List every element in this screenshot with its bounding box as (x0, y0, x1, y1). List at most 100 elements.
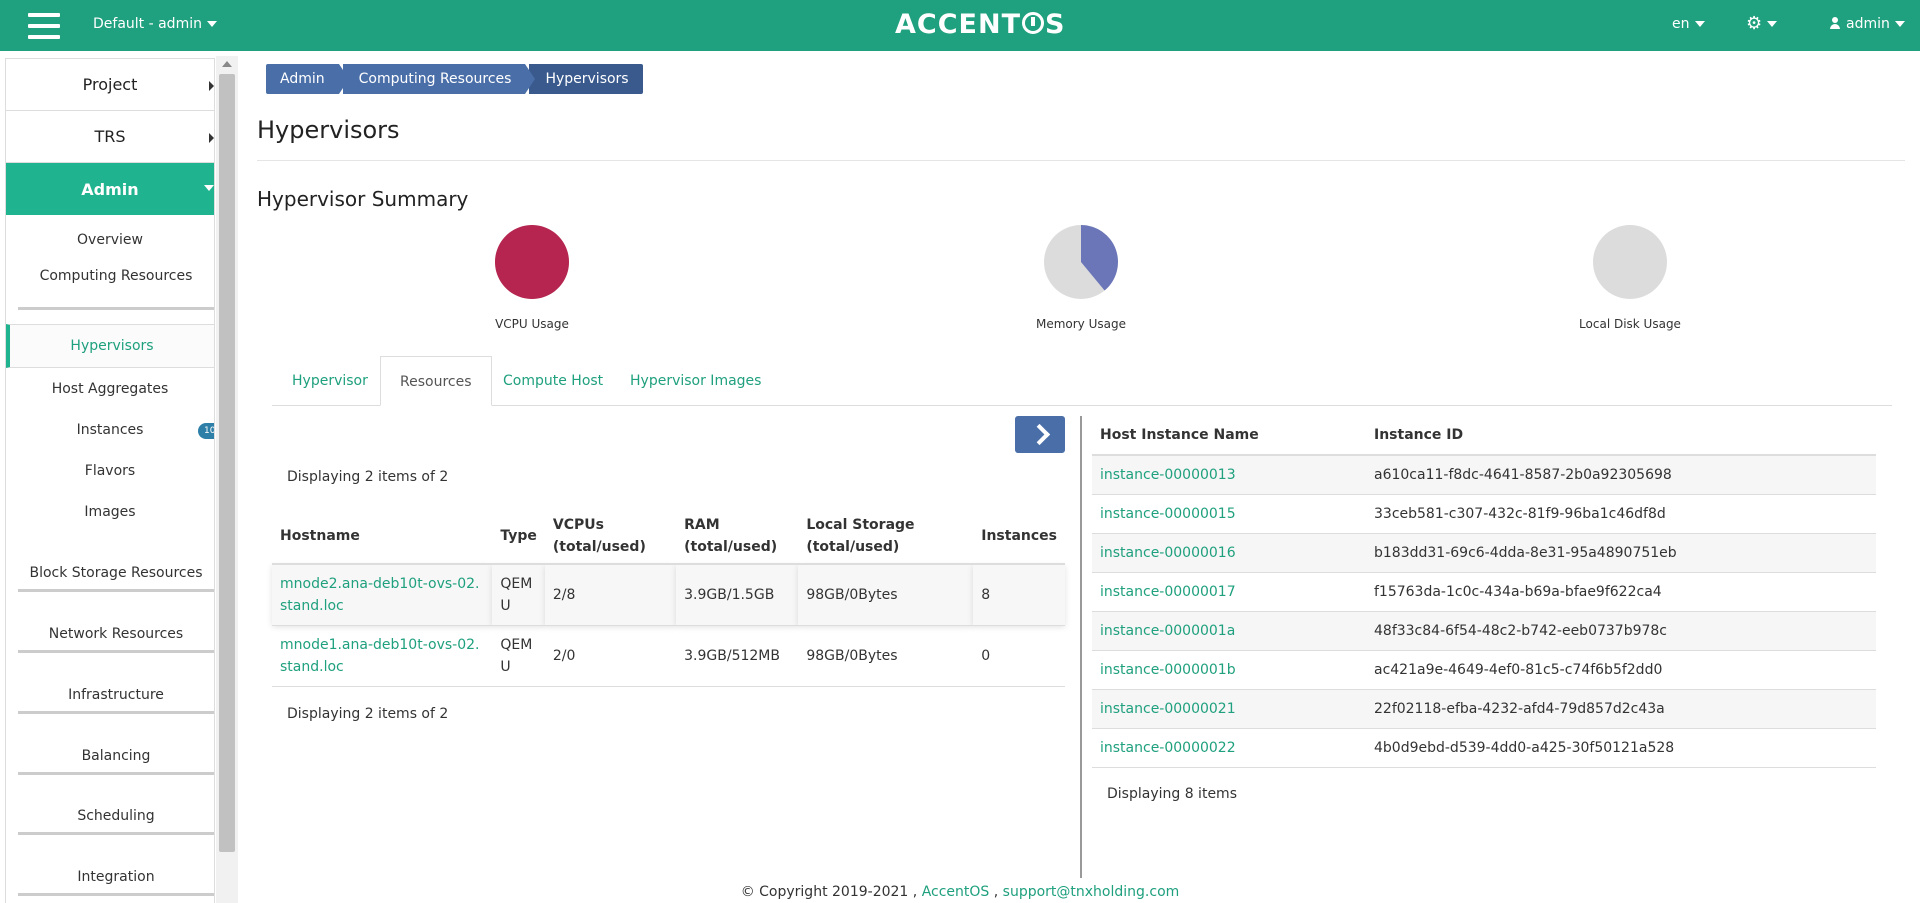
language-selector[interactable]: en (1672, 16, 1705, 32)
storage-cell: 98GB/0Bytes (798, 564, 974, 626)
tab-compute-host[interactable]: Compute Host (503, 356, 603, 406)
table-row: instance-00000015 33ceb581-c307-432c-81f9… (1092, 494, 1876, 534)
footer-separator: , (993, 884, 999, 900)
tab-resources[interactable]: Resources (380, 356, 492, 406)
memory-usage-pie (1044, 225, 1118, 299)
column-header-type[interactable]: Type (492, 508, 545, 565)
column-header-ram[interactable]: RAM (total/used) (676, 508, 799, 565)
summary-title: Hypervisor Summary (257, 187, 469, 211)
ram-cell: 3.9GB/1.5GB (676, 564, 799, 626)
instance-id-cell: ac421a9e-4649-4ef0-81c5-c74f6b5f2dd0 (1366, 650, 1876, 690)
sidebar-item-host-aggregates[interactable]: Host Aggregates (6, 368, 214, 409)
sidebar-item-label: Balancing (81, 748, 151, 764)
sidebar-group-scheduling[interactable]: Scheduling (18, 775, 214, 835)
instance-id-cell: b183dd31-69c6-4dda-8e31-95a4890751eb (1366, 533, 1876, 573)
sidebar-section-label: TRS (94, 127, 126, 146)
sidebar-item-hypervisors[interactable]: Hypervisors (6, 324, 214, 368)
support-email-link[interactable]: support@tnxholding.com (1003, 884, 1180, 900)
divider (257, 160, 1905, 161)
sidebar-section-admin[interactable]: Admin (6, 163, 214, 215)
sidebar-scrollbar[interactable] (216, 56, 238, 903)
sidebar-section-trs[interactable]: TRS (6, 111, 214, 163)
chart-label: Memory Usage (1035, 317, 1126, 331)
table-row: mnode1.ana-deb10t-ovs-02.stand.loc QEMU … (272, 625, 1065, 687)
table-row: instance-00000022 4b0d9ebd-d539-4dd0-a425… (1092, 728, 1876, 768)
instance-link[interactable]: instance-00000016 (1100, 545, 1236, 561)
breadcrumb-computing-resources[interactable]: Computing Resources (342, 64, 536, 94)
brand-logo[interactable]: ACCENT S (895, 9, 1065, 40)
gear-icon: ⚙ (1746, 13, 1763, 34)
pie-background (1593, 225, 1667, 299)
instance-name-cell: instance-00000022 (1092, 728, 1366, 768)
column-header-instance-id[interactable]: Instance ID (1366, 415, 1876, 456)
column-header-vcpus[interactable]: VCPUs (total/used) (544, 508, 677, 565)
product-link[interactable]: AccentOS (922, 884, 990, 900)
display-count-bottom: Displaying 2 items of 2 (287, 706, 449, 722)
settings-menu[interactable]: ⚙ (1746, 13, 1778, 34)
sidebar-item-instances[interactable]: Instances 10 (6, 409, 214, 450)
instance-link[interactable]: instance-00000015 (1100, 506, 1236, 522)
copyright-text: © Copyright 2019-2021 , (740, 884, 918, 900)
instance-link[interactable]: instance-00000022 (1100, 740, 1236, 756)
instance-id-cell: 4b0d9ebd-d539-4dd0-a425-30f50121a528 (1366, 728, 1876, 768)
type-cell: QEMU (492, 625, 545, 687)
tab-hypervisor[interactable]: Hypervisor (292, 356, 368, 406)
table-row: instance-00000016 b183dd31-69c6-4dda-8e31… (1092, 533, 1876, 573)
hypervisors-table: Hostname Type VCPUs (total/used) RAM (to… (272, 508, 1065, 687)
instances-cell: 0 (973, 625, 1065, 687)
sidebar-section-project[interactable]: Project (6, 59, 214, 111)
chevron-right-icon (209, 81, 214, 91)
instance-link[interactable]: instance-00000021 (1100, 701, 1236, 717)
instance-link[interactable]: instance-00000017 (1100, 584, 1236, 600)
sidebar-group-block-storage[interactable]: Block Storage Resources (18, 532, 214, 592)
tab-hypervisor-images[interactable]: Hypervisor Images (630, 356, 761, 406)
instance-id-cell: 48f33c84-6f54-48c2-b742-eeb0737b978c (1366, 611, 1876, 651)
sidebar-item-images[interactable]: Images (6, 491, 214, 532)
project-selector[interactable]: Default - admin (93, 16, 217, 32)
menu-toggle-icon[interactable] (28, 13, 60, 39)
brand-logo-text-right: S (1044, 9, 1066, 40)
panel-divider (1080, 416, 1082, 878)
sidebar-item-flavors[interactable]: Flavors (6, 450, 214, 491)
storage-cell: 98GB/0Bytes (798, 625, 974, 687)
column-header-instances[interactable]: Instances (973, 508, 1065, 565)
brand-logo-text-left: ACCENT (895, 9, 1021, 40)
vcpu-usage-pie (494, 225, 569, 299)
sidebar-item-label: Overview (77, 231, 143, 248)
instance-name-cell: instance-00000016 (1092, 533, 1366, 573)
local-disk-usage-pie (1593, 225, 1667, 299)
instances-count-badge: 10 (198, 423, 214, 439)
table-header-row: Hostname Type VCPUs (total/used) RAM (to… (272, 508, 1065, 565)
instance-link[interactable]: instance-0000001b (1100, 662, 1236, 678)
column-header-local-storage[interactable]: Local Storage (total/used) (798, 508, 974, 565)
breadcrumb-admin[interactable]: Admin (266, 64, 349, 94)
page-title: Hypervisors (257, 116, 400, 144)
instance-link[interactable]: instance-0000001a (1100, 623, 1235, 639)
breadcrumb-hypervisors[interactable]: Hypervisors (529, 64, 643, 94)
instance-id-cell: 33ceb581-c307-432c-81f9-96ba1c46df8d (1366, 494, 1876, 534)
power-icon (1021, 12, 1044, 34)
hostname-link[interactable]: mnode1.ana-deb10t-ovs-02.stand.loc (280, 637, 479, 675)
instance-name-cell: instance-00000021 (1092, 689, 1366, 729)
column-header-hostname[interactable]: Hostname (272, 508, 493, 565)
sidebar-item-label: Images (84, 503, 136, 520)
hostname-link[interactable]: mnode2.ana-deb10t-ovs-02.stand.loc (280, 576, 479, 614)
user-menu[interactable]: admin (1830, 16, 1905, 32)
scrollbar-thumb[interactable] (219, 74, 235, 852)
instance-link[interactable]: instance-00000013 (1100, 467, 1236, 483)
column-header-host-instance-name[interactable]: Host Instance Name (1092, 415, 1366, 456)
sidebar-group-network-resources[interactable]: Network Resources (18, 592, 214, 653)
vcpu-usage-chart: VCPU Usage (452, 224, 612, 331)
sidebar-group-infrastructure[interactable]: Infrastructure (18, 653, 214, 714)
sidebar-group-computing-resources[interactable]: Computing Resources (18, 264, 214, 310)
sidebar-item-overview[interactable]: Overview (6, 215, 214, 264)
chevron-right-button[interactable] (1015, 416, 1065, 453)
sidebar-group-balancing[interactable]: Balancing (18, 714, 214, 775)
instance-name-cell: instance-00000013 (1092, 455, 1366, 495)
table-row: mnode2.ana-deb10t-ovs-02.stand.loc QEMU … (272, 564, 1065, 626)
scroll-up-icon[interactable] (222, 61, 232, 67)
sidebar-item-label: Hypervisors (70, 338, 154, 354)
project-selector-label: Default - admin (93, 16, 202, 32)
footer: © Copyright 2019-2021 , AccentOS , suppo… (0, 884, 1920, 900)
sidebar-item-label: Network Resources (48, 626, 184, 642)
